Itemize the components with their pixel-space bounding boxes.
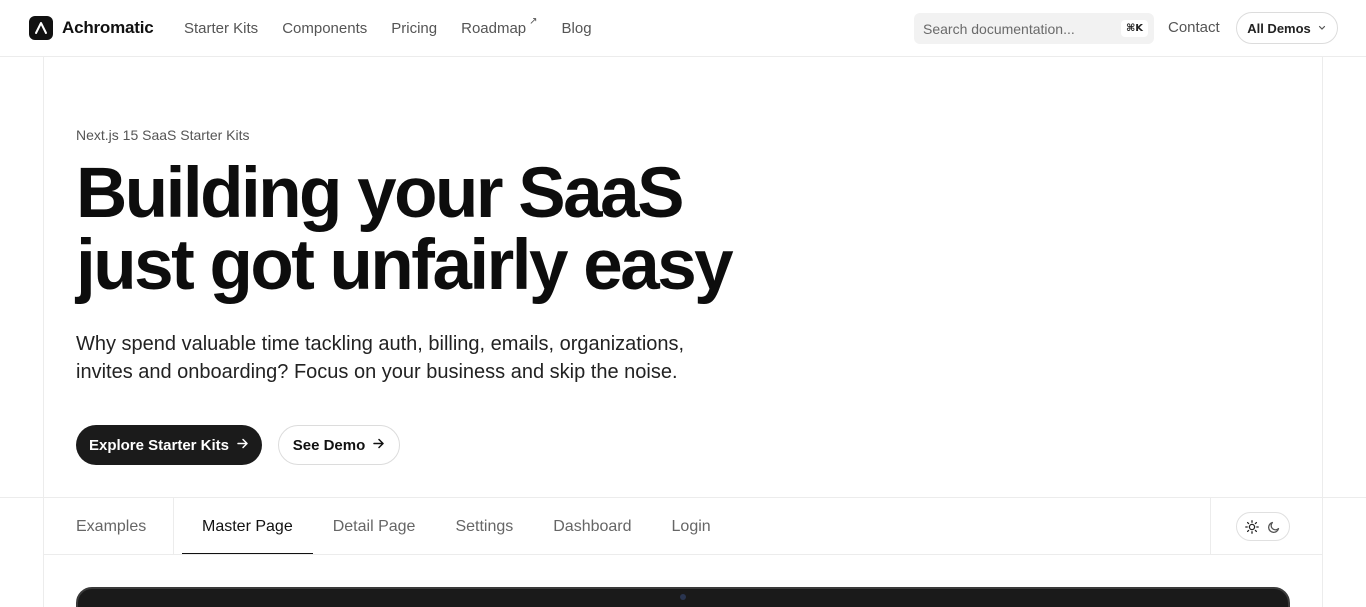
site-header: Achromatic Starter Kits Components Prici… <box>0 0 1366 57</box>
see-demo-button[interactable]: See Demo <box>278 425 400 465</box>
hero-eyebrow: Next.js 15 SaaS Starter Kits <box>76 127 250 143</box>
brand-logo-link[interactable]: Achromatic <box>29 16 154 40</box>
external-link-icon: ↗ <box>529 16 538 27</box>
search-shortcut-badge: ⌘K <box>1120 20 1148 37</box>
nav-starter-kits[interactable]: Starter Kits <box>184 20 258 37</box>
all-demos-dropdown[interactable]: All Demos <box>1236 12 1338 44</box>
nav-blog[interactable]: Blog <box>562 20 592 37</box>
explore-starter-kits-label: Explore Starter Kits <box>88 436 230 454</box>
sun-icon[interactable] <box>1242 517 1262 537</box>
theme-separator <box>1210 498 1211 555</box>
arrow-right-icon <box>372 437 385 454</box>
tabs-separator <box>173 498 174 555</box>
nav-roadmap[interactable]: Roadmap ↗ <box>461 16 537 37</box>
hero-headline: Building your SaaS just got unfairly eas… <box>76 158 836 302</box>
tab-dashboard[interactable]: Dashboard <box>533 498 651 555</box>
hero-headline-line-2: just got unfairly easy <box>76 226 734 305</box>
brand-name: Achromatic <box>62 18 154 37</box>
tab-detail-page[interactable]: Detail Page <box>313 498 436 555</box>
example-tabs: Master Page Detail Page Settings Dashboa… <box>182 498 731 555</box>
nav-pricing[interactable]: Pricing <box>391 20 437 37</box>
device-camera-dot <box>680 594 686 600</box>
tab-login[interactable]: Login <box>652 498 731 555</box>
nav-components[interactable]: Components <box>282 20 367 37</box>
all-demos-label: All Demos <box>1247 20 1311 36</box>
explore-starter-kits-button[interactable]: Explore Starter Kits <box>76 425 262 465</box>
arrow-right-icon <box>236 437 249 454</box>
frame-right-border <box>1322 57 1323 607</box>
search-box[interactable]: ⌘K <box>914 13 1154 44</box>
main-nav: Starter Kits Components Pricing Roadmap … <box>184 0 592 57</box>
see-demo-label: See Demo <box>292 436 366 454</box>
tab-master-page[interactable]: Master Page <box>182 498 313 555</box>
contact-link[interactable]: Contact <box>1168 19 1220 36</box>
chevron-down-icon <box>1317 21 1327 36</box>
search-input[interactable] <box>923 20 1121 37</box>
achromatic-logo-icon <box>29 16 53 40</box>
frame-left-border <box>43 57 44 607</box>
hero-headline-line-1: Building your SaaS <box>76 154 684 233</box>
hero-subtext: Why spend valuable time tackling auth, b… <box>76 333 685 383</box>
examples-label: Examples <box>76 518 147 535</box>
tab-settings[interactable]: Settings <box>435 498 533 555</box>
theme-toggle[interactable] <box>1236 512 1290 541</box>
moon-icon[interactable] <box>1264 517 1284 537</box>
nav-roadmap-label: Roadmap <box>461 20 527 37</box>
